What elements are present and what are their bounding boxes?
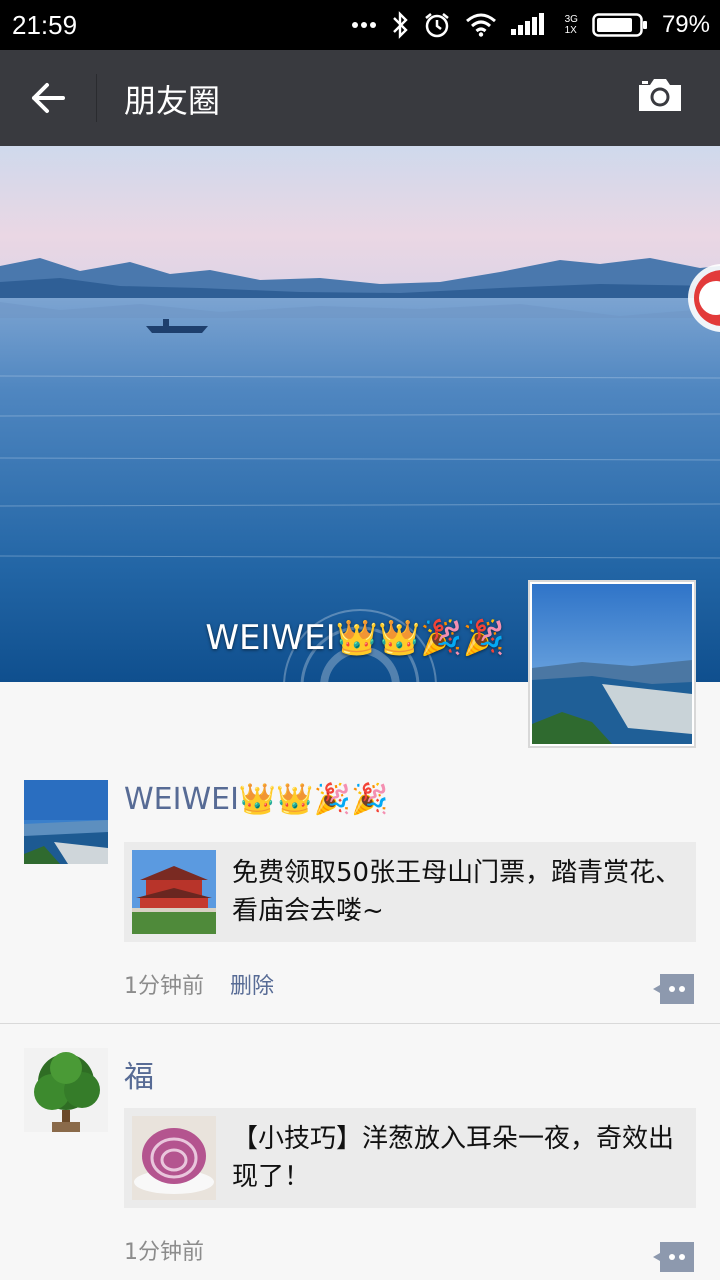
cover-owner-name: WEIWEI👑👑🎉🎉	[205, 618, 505, 658]
profile-avatar[interactable]	[528, 580, 696, 748]
signal-icon	[510, 13, 544, 35]
status-bar: 21:59 3G 1X 79%	[0, 0, 720, 50]
page-title: 朋友圈	[124, 82, 221, 120]
post-author-avatar-image	[24, 780, 108, 864]
camera-icon	[639, 79, 681, 111]
more-dots-icon	[351, 22, 376, 28]
temple-thumbnail-image	[132, 850, 216, 934]
comment-menu-button[interactable]	[652, 972, 696, 1006]
title-bar: 朋友圈	[0, 50, 720, 146]
network-type-top: 3G	[564, 14, 578, 25]
post-author-name[interactable]: 福	[124, 1052, 154, 1096]
battery-icon	[592, 13, 647, 37]
post-author-avatar[interactable]	[24, 780, 108, 864]
network-type-bottom: 1X	[564, 25, 577, 36]
status-time: 21:59	[12, 10, 78, 40]
profile-avatar-image	[532, 584, 692, 744]
moment-post-2: 福 【小技巧】洋葱放入耳朵一夜，奇效出现了！ 1分钟前	[0, 1048, 720, 1280]
comment-bubble-icon	[653, 974, 694, 1004]
back-button[interactable]	[20, 74, 76, 122]
status-icons: 3G 1X 79%	[351, 8, 710, 42]
comment-menu-button[interactable]	[652, 1240, 696, 1274]
header-divider	[96, 74, 97, 122]
post-divider	[0, 1023, 720, 1024]
delete-post-link[interactable]: 删除	[230, 968, 274, 1000]
comment-bubble-icon	[653, 1242, 694, 1272]
alarm-icon	[424, 13, 449, 38]
link-title: 免费领取50张王母山门票，踏青赏花、看庙会去喽~	[232, 858, 682, 926]
post-timestamp: 1分钟前	[124, 1240, 204, 1265]
moment-post-1: WEIWEI👑👑🎉🎉 免费领取50张王母山门票，踏青赏花、看庙会去喽~ 1分钟前…	[0, 780, 720, 1024]
shared-link-card[interactable]: 【小技巧】洋葱放入耳朵一夜，奇效出现了！	[124, 1108, 696, 1208]
back-arrow-icon	[32, 83, 65, 113]
wifi-icon	[465, 13, 496, 37]
network-type: 3G 1X	[565, 14, 578, 36]
shared-link-card[interactable]: 免费领取50张王母山门票，踏青赏花、看庙会去喽~	[124, 842, 696, 942]
link-thumbnail	[132, 850, 216, 934]
battery-percent: 79%	[661, 11, 710, 38]
post-author-name[interactable]: WEIWEI👑👑🎉🎉	[124, 782, 388, 817]
post-author-avatar-image	[24, 1048, 108, 1132]
post-author-avatar[interactable]	[24, 1048, 108, 1132]
link-thumbnail	[132, 1116, 216, 1200]
camera-button[interactable]	[636, 76, 692, 122]
post-timestamp: 1分钟前	[124, 974, 204, 999]
bluetooth-icon	[392, 11, 408, 39]
onion-thumbnail-image	[132, 1116, 216, 1200]
link-title: 【小技巧】洋葱放入耳朵一夜，奇效出现了！	[232, 1124, 675, 1192]
